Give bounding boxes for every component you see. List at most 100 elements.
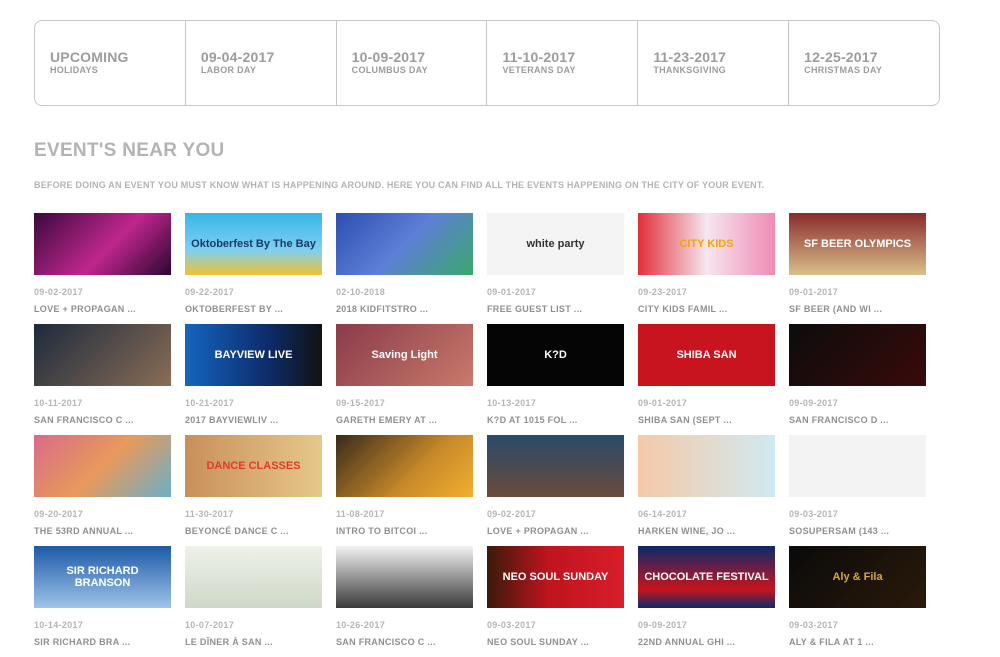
event-card[interactable]: SIR RICHARD BRANSON 10-14-2017 SIR RICHARD… xyxy=(34,546,171,657)
event-title[interactable]: LE DÎNER À SAN ... xyxy=(185,637,322,648)
event-thumbnail-text: BAYVIEW LIVE xyxy=(214,349,293,361)
event-title[interactable]: SHIBA SAN (SEPT ... xyxy=(638,415,775,426)
holiday-label: HOLIDAYS xyxy=(50,65,99,75)
event-title[interactable]: 2017 BAYVIEWLIV ... xyxy=(185,415,322,426)
event-thumbnail-text: SIR RICHARD BRANSON xyxy=(66,565,139,589)
event-card[interactable]: CHOCOLATE FESTIVAL 09-09-2017 22ND ANNUAL … xyxy=(638,546,775,657)
event-title[interactable]: SOSUPERSAM (143 ... xyxy=(789,526,926,537)
event-thumbnail[interactable] xyxy=(34,213,171,275)
event-card[interactable]: 09-02-2017 LOVE + PROPAGAN ... xyxy=(487,435,624,546)
event-thumbnail[interactable]: white party xyxy=(487,213,624,275)
event-title[interactable]: INTRO TO BITCOI ... xyxy=(336,526,473,537)
event-date: 09-01-2017 xyxy=(638,398,688,408)
event-thumbnail[interactable]: CHOCOLATE FESTIVAL xyxy=(638,546,775,608)
event-title[interactable]: SAN FRANCISCO C ... xyxy=(34,415,171,426)
event-title[interactable]: CITY KIDS FAMIL ... xyxy=(638,304,775,315)
event-title[interactable]: OKTOBERFEST BY ... xyxy=(185,304,322,315)
event-date: 10-13-2017 xyxy=(487,398,537,408)
event-date: 10-26-2017 xyxy=(336,620,386,630)
event-thumbnail[interactable]: Saving Light xyxy=(336,324,473,386)
event-date: 06-14-2017 xyxy=(638,509,688,519)
event-thumbnail[interactable]: CITY KIDS xyxy=(638,213,775,275)
event-title[interactable]: K?D AT 1015 FOL ... xyxy=(487,415,624,426)
event-card[interactable]: 09-03-2017 SOSUPERSAM (143 ... xyxy=(789,435,926,546)
holiday-item-christmas-day[interactable]: 12-25-2017 CHRISTMAS DAY xyxy=(789,21,939,105)
event-card[interactable]: 09-09-2017 SAN FRANCISCO D ... xyxy=(789,324,926,435)
event-thumbnail[interactable] xyxy=(638,435,775,497)
event-thumbnail-text: SF BEER OLYMPICS xyxy=(803,238,912,250)
event-title[interactable]: 2018 KIDFITSTRO ... xyxy=(336,304,473,315)
event-thumbnail[interactable] xyxy=(789,435,926,497)
event-card[interactable]: CITY KIDS 09-23-2017 CITY KIDS FAMIL ... xyxy=(638,213,775,324)
event-thumbnail-text: NEO SOUL SUNDAY xyxy=(502,571,609,583)
event-thumbnail[interactable] xyxy=(487,435,624,497)
event-date: 11-30-2017 xyxy=(185,509,234,519)
event-thumbnail[interactable]: DANCE CLASSES xyxy=(185,435,322,497)
event-title[interactable]: LOVE + PROPAGAN ... xyxy=(34,304,171,315)
event-thumbnail[interactable] xyxy=(336,546,473,608)
holiday-item-labor-day[interactable]: 09-04-2017 LABOR DAY xyxy=(186,21,337,105)
event-card[interactable]: Oktoberfest By The Bay 09-22-2017 OKTOBERF… xyxy=(185,213,322,324)
event-thumbnail[interactable]: SF BEER OLYMPICS xyxy=(789,213,926,275)
event-thumbnail[interactable]: NEO SOUL SUNDAY xyxy=(487,546,624,608)
event-card[interactable]: BAYVIEW LIVE 10-21-2017 2017 BAYVIEWLIV ..… xyxy=(185,324,322,435)
event-card[interactable]: 09-02-2017 LOVE + PROPAGAN ... xyxy=(34,213,171,324)
event-title[interactable]: SAN FRANCISCO D ... xyxy=(789,415,926,426)
event-title[interactable]: BEYONCÉ DANCE C ... xyxy=(185,526,322,537)
event-thumbnail[interactable]: K?D xyxy=(487,324,624,386)
event-date: 09-23-2017 xyxy=(638,287,688,297)
event-card[interactable]: 10-11-2017 SAN FRANCISCO C ... xyxy=(34,324,171,435)
event-title[interactable]: SIR RICHARD BRA ... xyxy=(34,637,171,648)
holiday-date: 09-04-2017 xyxy=(200,49,275,65)
event-thumbnail-text: Oktoberfest By The Bay xyxy=(191,238,316,250)
event-title[interactable]: FREE GUEST LIST ... xyxy=(487,304,624,315)
event-thumbnail[interactable] xyxy=(789,324,926,386)
event-title[interactable]: ALY & FILA AT 1 ... xyxy=(789,637,926,648)
event-card[interactable]: 02-10-2018 2018 KIDFITSTRO ... xyxy=(336,213,473,324)
event-title[interactable]: SF BEER (AND WI ... xyxy=(789,304,926,315)
holiday-item-thanksgiving[interactable]: 11-23-2017 THANKSGIVING xyxy=(638,21,790,105)
event-thumbnail[interactable] xyxy=(185,546,322,608)
event-title[interactable]: 22ND ANNUAL GHI ... xyxy=(638,637,775,648)
event-title[interactable]: SAN FRANCISCO C ... xyxy=(336,637,473,648)
event-card[interactable]: 10-07-2017 LE DÎNER À SAN ... xyxy=(185,546,322,657)
event-date: 09-01-2017 xyxy=(487,287,537,297)
event-thumbnail[interactable] xyxy=(34,324,171,386)
event-thumbnail[interactable] xyxy=(34,435,171,497)
event-thumbnail[interactable]: BAYVIEW LIVE xyxy=(185,324,322,386)
event-thumbnail[interactable] xyxy=(336,435,473,497)
event-title[interactable]: HARKEN WINE, JO ... xyxy=(638,526,775,537)
event-thumbnail-text: white party xyxy=(526,238,585,250)
event-thumbnail[interactable]: Oktoberfest By The Bay xyxy=(185,213,322,275)
event-thumbnail[interactable]: Aly & Fila xyxy=(789,546,926,608)
holiday-label: LABOR DAY xyxy=(200,65,257,75)
event-date: 09-22-2017 xyxy=(185,287,235,297)
event-card[interactable]: NEO SOUL SUNDAY 09-03-2017 NEO SOUL SUNDAY… xyxy=(487,546,624,657)
event-card[interactable]: DANCE CLASSES 11-30-2017 BEYONCÉ DANCE C .… xyxy=(185,435,322,546)
event-card[interactable]: white party 09-01-2017 FREE GUEST LIST ... xyxy=(487,213,624,324)
holiday-item-upcoming: UPCOMING HOLIDAYS xyxy=(35,21,186,105)
event-card[interactable]: 09-20-2017 THE 53RD ANNUAL ... xyxy=(34,435,171,546)
event-card[interactable]: SHIBA SAN 09-01-2017 SHIBA SAN (SEPT ... xyxy=(638,324,775,435)
event-card[interactable]: K?D 10-13-2017 K?D AT 1015 FOL ... xyxy=(487,324,624,435)
event-thumbnail[interactable]: SHIBA SAN xyxy=(638,324,775,386)
event-card[interactable]: 11-08-2017 INTRO TO BITCOI ... xyxy=(336,435,473,546)
event-title[interactable]: GARETH EMERY AT ... xyxy=(336,415,473,426)
event-card[interactable]: SF BEER OLYMPICS 09-01-2017 SF BEER (AND W… xyxy=(789,213,926,324)
event-card[interactable]: Aly & Fila 09-03-2017 ALY & FILA AT 1 ... xyxy=(789,546,926,657)
event-title[interactable]: NEO SOUL SUNDAY ... xyxy=(487,637,624,648)
event-card[interactable]: 06-14-2017 HARKEN WINE, JO ... xyxy=(638,435,775,546)
event-thumbnail[interactable] xyxy=(336,213,473,275)
holiday-label: COLUMBUS DAY xyxy=(351,65,428,75)
event-card[interactable]: 10-26-2017 SAN FRANCISCO C ... xyxy=(336,546,473,657)
event-thumbnail[interactable]: SIR RICHARD BRANSON xyxy=(34,546,171,608)
event-title[interactable]: LOVE + PROPAGAN ... xyxy=(487,526,624,537)
event-thumbnail-text: DANCE CLASSES xyxy=(206,460,301,472)
holiday-item-veterans-day[interactable]: 11-10-2017 VETERANS DAY xyxy=(487,21,639,105)
holiday-label: THANKSGIVING xyxy=(653,65,726,75)
holiday-item-columbus-day[interactable]: 10-09-2017 COLUMBUS DAY xyxy=(337,21,488,105)
event-card[interactable]: Saving Light 09-15-2017 GARETH EMERY AT ..… xyxy=(336,324,473,435)
event-title[interactable]: THE 53RD ANNUAL ... xyxy=(34,526,171,537)
event-date: 09-01-2017 xyxy=(789,287,839,297)
section-title: EVENT'S NEAR YOU xyxy=(34,140,225,161)
